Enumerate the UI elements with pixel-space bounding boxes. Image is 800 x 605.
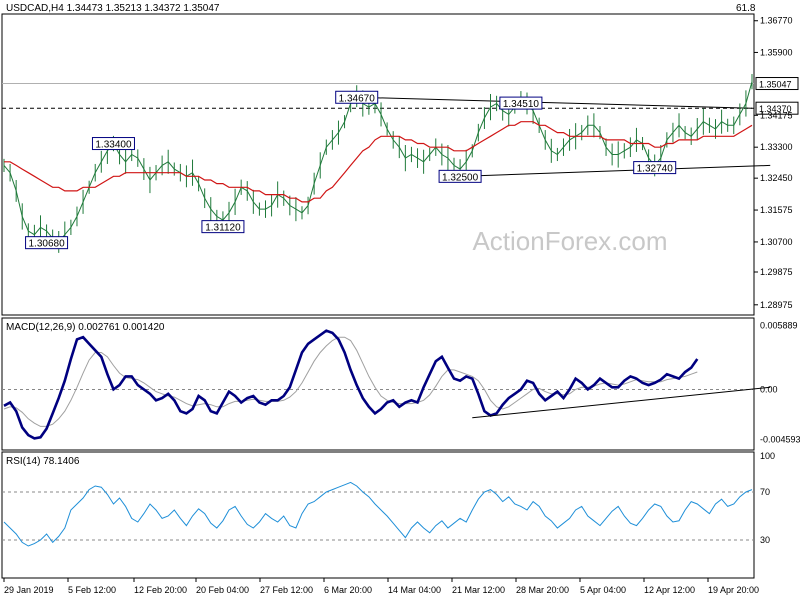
x-tick-label: 12 Apr 12:00 bbox=[644, 585, 695, 595]
price-annotation-label: 1.34670 bbox=[339, 93, 376, 104]
x-tick-label: 5 Apr 04:00 bbox=[580, 585, 626, 595]
macd-layer bbox=[2, 329, 771, 440]
price-annotation-label: 1.32500 bbox=[442, 172, 479, 183]
price-ytick-label: 1.36770 bbox=[760, 16, 793, 26]
price-trendline-1 bbox=[460, 164, 771, 177]
x-tick-label: 29 Jan 2019 bbox=[4, 585, 54, 595]
x-tick-label: 21 Mar 12:00 bbox=[452, 585, 505, 595]
rsi-ytick-label: 30 bbox=[760, 535, 770, 545]
price-ytick-label: 1.30700 bbox=[760, 237, 793, 247]
x-tick-label: 27 Feb 12:00 bbox=[260, 585, 313, 595]
price-trendline-0 bbox=[356, 96, 753, 109]
macd-panel-frame bbox=[1, 317, 755, 451]
rsi-ytick-label: 100 bbox=[760, 451, 775, 461]
axis-layer: 1.350471.343701.367701.359001.341751.333… bbox=[3, 16, 800, 595]
rsi-panel-frame bbox=[1, 451, 755, 579]
macd-ytick-label: 0.00 bbox=[760, 384, 778, 394]
chart-svg: ActionForex.com USDCAD,H4 1.34473 1.3521… bbox=[1, 3, 800, 595]
fib-label: 61.8 bbox=[736, 3, 756, 14]
price-tag-label: 1.35047 bbox=[759, 80, 792, 90]
x-tick-label: 19 Apr 20:00 bbox=[708, 585, 759, 595]
price-annotation-label: 1.34510 bbox=[503, 99, 540, 110]
price-annotation-label: 1.30680 bbox=[28, 239, 65, 250]
macd-title: MACD(12,26,9) 0.002761 0.001420 bbox=[6, 322, 165, 333]
price-ytick-label: 1.32450 bbox=[760, 173, 793, 183]
macd-signal-line bbox=[3, 336, 698, 427]
price-title: USDCAD,H4 1.34473 1.35213 1.34372 1.3504… bbox=[6, 3, 220, 14]
price-ytick-label: 1.35900 bbox=[760, 47, 793, 57]
x-tick-label: 6 Mar 20:00 bbox=[324, 585, 372, 595]
x-tick-label: 14 Mar 04:00 bbox=[388, 585, 441, 595]
price-annotation-label: 1.33400 bbox=[95, 140, 132, 151]
macd-ytick-label: 0.005889 bbox=[760, 320, 798, 330]
price-ytick-label: 1.28975 bbox=[760, 300, 793, 310]
macd-ytick-label: -0.004593 bbox=[760, 434, 800, 444]
rsi-ytick-label: 70 bbox=[760, 487, 770, 497]
price-annotation-label: 1.32740 bbox=[637, 164, 674, 175]
price-ytick-label: 1.33300 bbox=[760, 142, 793, 152]
x-tick-label: 5 Feb 12:00 bbox=[68, 585, 116, 595]
price-ytick-label: 1.34175 bbox=[760, 110, 793, 120]
x-tick-label: 28 Mar 20:00 bbox=[516, 585, 569, 595]
x-tick-label: 12 Feb 20:00 bbox=[134, 585, 187, 595]
price-annotation-label: 1.31120 bbox=[205, 223, 241, 234]
price-ytick-label: 1.31575 bbox=[760, 205, 793, 215]
macd-main-line bbox=[3, 329, 699, 440]
rsi-title: RSI(14) 78.1406 bbox=[6, 456, 80, 467]
chart-canvas: ActionForex.com USDCAD,H4 1.34473 1.3521… bbox=[0, 0, 800, 600]
x-tick-label: 20 Feb 04:00 bbox=[196, 585, 249, 595]
price-ytick-label: 1.29875 bbox=[760, 267, 793, 277]
watermark-text: ActionForex.com bbox=[472, 226, 667, 256]
rsi-layer bbox=[2, 481, 754, 547]
